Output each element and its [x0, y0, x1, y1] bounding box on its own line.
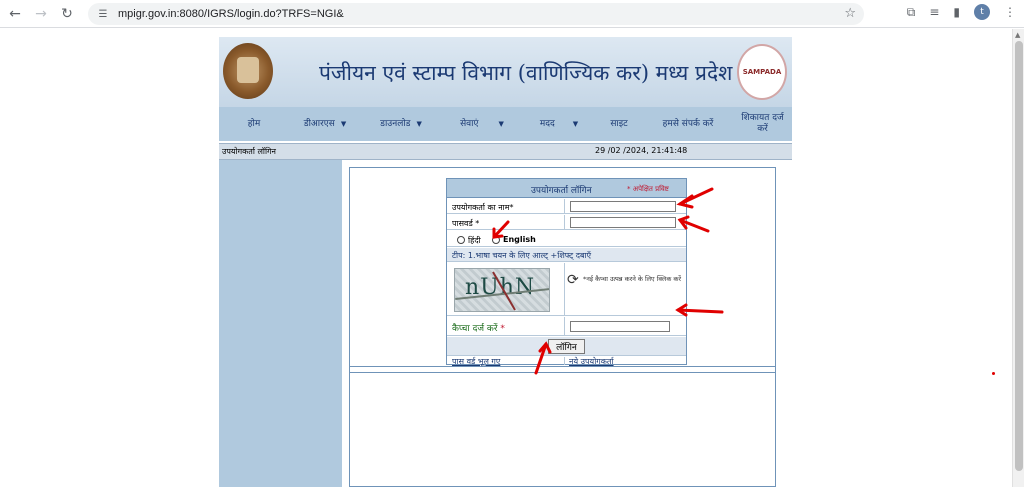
username-input[interactable]: [570, 201, 676, 212]
captcha-row: nUhN ⟳ *नई कैप्चा उत्पन्न करने के लिए क्…: [447, 263, 686, 316]
menu-kebab-icon[interactable]: ⋮: [1004, 5, 1016, 19]
menu-help[interactable]: मदद ▼: [523, 107, 595, 141]
menu-complaint[interactable]: शिकायत दर्ज करें: [733, 107, 792, 141]
password-row: पासवर्ड *: [447, 215, 686, 230]
vertical-scrollbar[interactable]: ▲: [1012, 29, 1024, 487]
password-label: पासवर्ड *: [452, 219, 480, 228]
sampada-logo: SAMPADA: [737, 44, 787, 100]
radio-hindi[interactable]: [457, 236, 465, 244]
menu-services[interactable]: सेवाएं ▼: [441, 107, 523, 141]
username-label: उपयोगकर्ता का नाम*: [452, 203, 514, 212]
side-panel-icon[interactable]: ▮: [953, 5, 960, 19]
main-menu: होम डीआरएस ▼ डाउनलोड ▼ सेवाएं ▼ मदद ▼ साइट ह…: [219, 107, 792, 141]
status-datetime: 29 /02 /2024, 21:41:48: [595, 146, 688, 155]
label-english: English: [503, 235, 536, 244]
red-dot-mark: [992, 372, 995, 375]
tip-row: टीप: 1.भाषा चयन के लिए आल्ट् +शिफ्ट् दबा…: [447, 248, 686, 262]
captcha-label: कैप्चा दर्ज करें *: [452, 324, 505, 334]
menu-site[interactable]: साइट: [595, 107, 643, 141]
menu-download[interactable]: डाउनलोड ▼: [361, 107, 441, 141]
address-bar[interactable]: ☰ mpigr.gov.in:8080/IGRS/login.do?TRFS=N…: [88, 3, 864, 25]
captcha-input[interactable]: [570, 321, 670, 332]
site-info-icon[interactable]: ☰: [96, 7, 110, 21]
scroll-up-icon[interactable]: ▲: [1015, 31, 1020, 39]
reading-list-icon[interactable]: ≡: [929, 5, 939, 19]
login-header: उपयोगकर्ता लॉगिन * अपेक्षित प्रविष्ट: [447, 179, 686, 198]
menu-drs[interactable]: डीआरएस ▼: [289, 107, 361, 141]
forward-icon[interactable]: →: [30, 3, 52, 25]
captcha-enter-row: कैप्चा दर्ज करें *: [447, 317, 686, 336]
header-banner: पंजीयन एवं स्टाम्प विभाग (वाणिज्यिक कर) …: [219, 37, 792, 107]
extensions-icon[interactable]: ⧉: [907, 5, 916, 20]
menu-contact[interactable]: हमसे संपर्क करें: [643, 107, 733, 141]
label-hindi: हिंदी: [468, 236, 481, 245]
status-user-login: उपयोगकर्ता लॉगिन: [222, 147, 276, 156]
tip-text: टीप: 1.भाषा चयन के लिए आल्ट् +शिफ्ट् दबा…: [452, 251, 592, 260]
caret-down-icon: ▼: [416, 119, 422, 128]
forgot-password-link[interactable]: पास वर्ड भूल गए: [452, 356, 500, 367]
page: पंजीयन एवं स्टाम्प विभाग (वाणिज्यिक कर) …: [219, 37, 792, 487]
bookmark-star-icon[interactable]: ☆: [844, 6, 856, 21]
captcha-image: nUhN: [454, 268, 550, 312]
links-row: पास वर्ड भूल गए नये उपयोगकर्ता: [447, 356, 686, 367]
password-input[interactable]: [570, 217, 676, 228]
login-form: उपयोगकर्ता लॉगिन * अपेक्षित प्रविष्ट उपय…: [446, 178, 687, 367]
caret-down-icon: ▼: [340, 119, 347, 128]
status-row: उपयोगकर्ता लॉगिन 29 /02 /2024, 21:41:48: [219, 143, 792, 160]
page-title: पंजीयन एवं स्टाम्प विभाग (वाणिज्यिक कर) …: [319, 61, 733, 85]
divider: [349, 366, 776, 367]
login-title: उपयोगकर्ता लॉगिन: [531, 186, 592, 196]
login-button[interactable]: लॉगिन: [548, 339, 585, 354]
profile-avatar[interactable]: t: [974, 4, 990, 20]
required-note: * अपेक्षित प्रविष्ट: [627, 185, 669, 193]
back-icon[interactable]: ←: [4, 3, 26, 25]
menu-home[interactable]: होम: [219, 107, 289, 141]
caret-down-icon: ▼: [572, 119, 579, 128]
divider: [349, 372, 776, 373]
refresh-captcha-text[interactable]: *नई कैप्चा उत्पन्न करने के लिए क्लिक करे…: [583, 275, 683, 284]
scroll-thumb[interactable]: [1015, 41, 1023, 471]
username-row: उपयोगकर्ता का नाम*: [447, 199, 686, 214]
browser-toolbar: ← → ↻ ☰ mpigr.gov.in:8080/IGRS/login.do?…: [0, 0, 1024, 28]
sampada-logo-text: SAMPADA: [742, 68, 782, 76]
url-text: mpigr.gov.in:8080/IGRS/login.do?TRFS=NGI…: [118, 8, 344, 20]
left-sidebar: [219, 160, 342, 487]
caret-down-icon: ▼: [498, 119, 504, 128]
radio-english[interactable]: [492, 236, 500, 244]
mp-emblem-icon: [223, 43, 273, 99]
new-user-link[interactable]: नये उपयोगकर्ता: [569, 356, 614, 367]
language-row: हिंदी English: [447, 231, 686, 247]
reload-icon[interactable]: ↻: [56, 3, 78, 25]
login-button-row: लॉगिन: [447, 337, 686, 356]
refresh-captcha-icon[interactable]: ⟳: [567, 272, 579, 288]
